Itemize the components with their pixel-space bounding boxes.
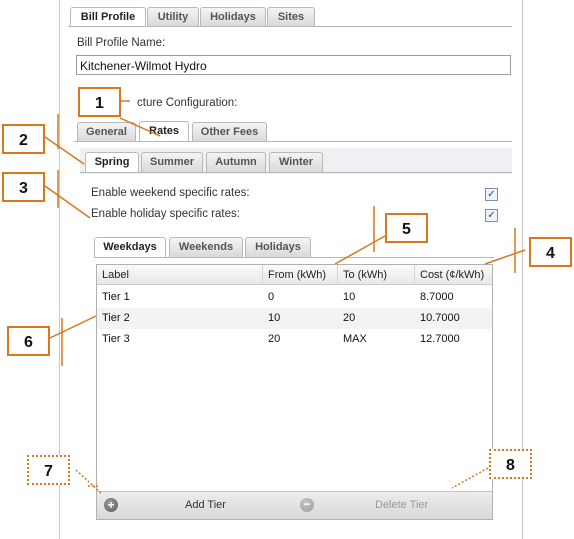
callout-5: 5 <box>385 213 428 243</box>
leader-8 <box>451 467 489 489</box>
callout-2: 2 <box>2 124 45 154</box>
callout-leaders <box>44 100 526 495</box>
callout-7: 7 <box>27 455 70 485</box>
callout-1: 1 <box>78 87 121 117</box>
callout-4: 4 <box>529 237 572 267</box>
leader-6 <box>49 315 97 339</box>
leader-5 <box>334 235 386 265</box>
leader-1b <box>119 117 161 137</box>
callout-8: 8 <box>489 449 532 479</box>
leader-4 <box>484 249 526 265</box>
leader-7 <box>75 469 103 495</box>
callout-6: 6 <box>7 326 50 356</box>
leader-2 <box>44 136 85 165</box>
leader-3 <box>44 185 91 219</box>
callout-3: 3 <box>2 172 45 202</box>
